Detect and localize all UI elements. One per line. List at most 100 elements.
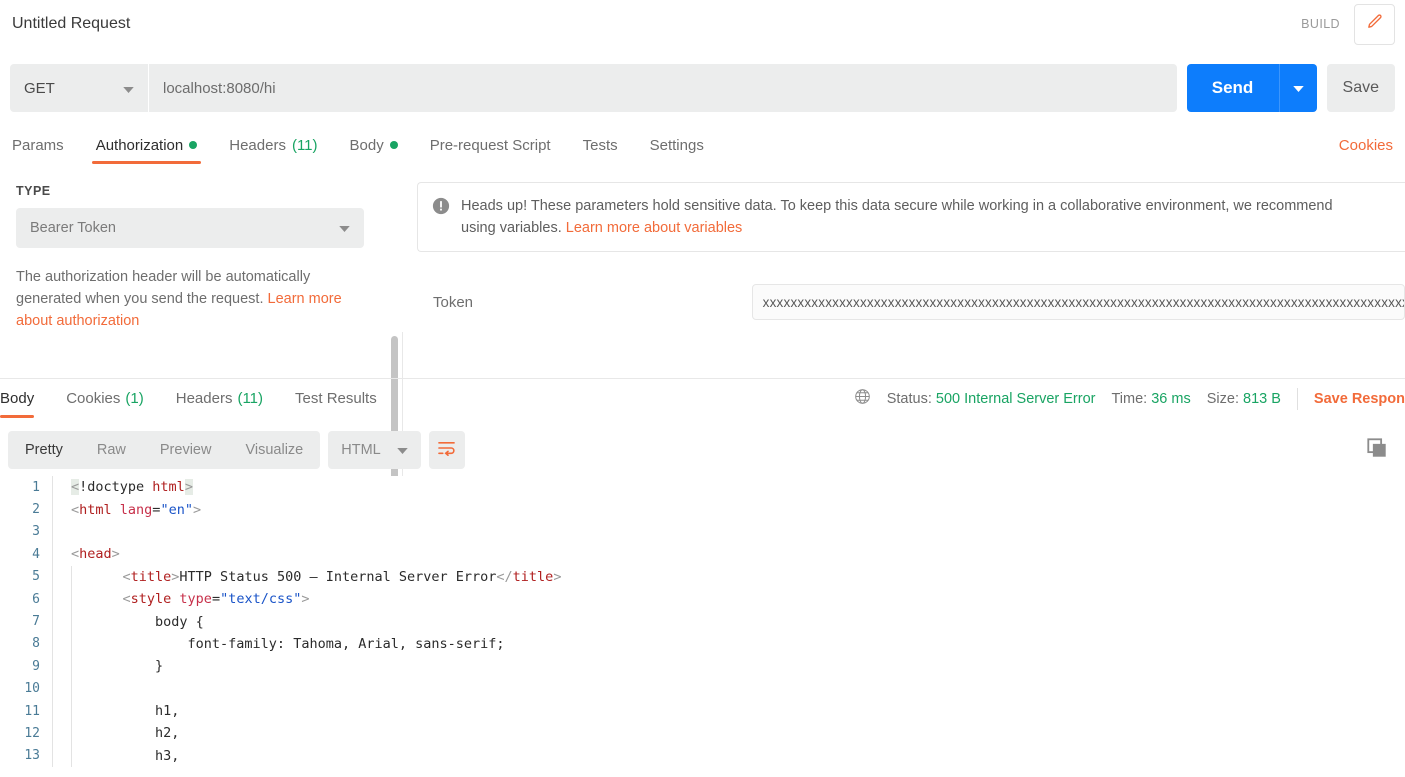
code-token: style [130, 591, 180, 608]
chevron-down-icon [123, 80, 134, 97]
code-token: h3, [90, 747, 180, 764]
code-line: 11 h1, [0, 699, 1405, 723]
tab-label: Headers [175, 390, 233, 407]
response-format-select[interactable]: HTML [328, 431, 421, 469]
code-line: 8 font-family: Tahoma, Arial, sans-serif… [0, 632, 1405, 656]
code-text: body { [72, 614, 204, 630]
code-text: h3, [72, 748, 179, 764]
title-bar: Untitled Request BUILD [0, 0, 1405, 48]
response-body-code[interactable]: 1 <!doctype html> 2 <html lang="en"> 3 4 <hea… [0, 476, 1405, 777]
code-token: html [79, 501, 120, 518]
fold-gutter [52, 655, 53, 678]
time-group: Time: 36 ms [1111, 391, 1190, 407]
tab-label: Params [12, 136, 64, 154]
code-token: head [79, 546, 112, 563]
line-number: 2 [32, 502, 40, 518]
view-mode-visualize[interactable]: Visualize [228, 431, 320, 469]
tab-tests[interactable]: Tests [567, 126, 634, 164]
response-tab-body[interactable]: Body [0, 379, 50, 418]
code-token: title [512, 568, 554, 585]
token-row: Token xxxxxxxxxxxxxxxxxxxxxxxxxxxxxxxxxx… [403, 284, 1405, 320]
code-line: 13 h3, [0, 744, 1405, 768]
globe-icon [854, 388, 871, 409]
auth-description-text: The authorization header will be automat… [16, 269, 311, 307]
code-token: < [90, 568, 131, 585]
code-text: h1, [72, 703, 179, 719]
tab-count: (11) [291, 136, 318, 154]
code-token: = [211, 591, 221, 608]
code-token: > [184, 479, 193, 496]
tab-label: Tests [582, 136, 618, 154]
copy-icon [1366, 437, 1388, 464]
tab-authorization[interactable]: Authorization [80, 126, 214, 164]
token-input[interactable]: xxxxxxxxxxxxxxxxxxxxxxxxxxxxxxxxxxxxxxxx… [751, 284, 1405, 320]
response-tab-cookies[interactable]: Cookies (1) [50, 379, 160, 418]
line-number: 8 [32, 636, 40, 652]
status-group: Status: 500 Internal Server Error [887, 391, 1096, 407]
auth-description: The authorization header will be automat… [16, 266, 361, 332]
tab-body[interactable]: Body [334, 126, 414, 164]
copy-response-button[interactable] [1355, 428, 1399, 472]
tab-params[interactable]: Params [12, 126, 80, 164]
response-format-value: HTML [341, 442, 381, 458]
view-mode-pretty[interactable]: Pretty [8, 431, 80, 469]
chevron-down-icon [339, 220, 350, 236]
code-token: h2, [90, 725, 180, 742]
wrap-lines-button[interactable] [428, 431, 465, 469]
variables-learn-more-link[interactable]: Learn more about variables [566, 220, 743, 236]
http-method-value: GET [24, 79, 55, 97]
tab-status-dot [189, 141, 198, 149]
fold-gutter [52, 677, 53, 700]
code-text: <!doctype html> [53, 479, 193, 496]
edit-button[interactable] [1354, 3, 1395, 45]
save-response-button[interactable]: Save Respon [1314, 391, 1405, 407]
code-text: h2, [72, 725, 179, 741]
build-label: BUILD [1301, 17, 1340, 31]
tab-label: Pre-request Script [429, 136, 551, 154]
exclamation-circle-icon [432, 197, 450, 239]
response-tab-test-results[interactable]: Test Results [279, 379, 393, 418]
line-number: 5 [32, 569, 40, 585]
send-button[interactable]: Send [1186, 64, 1279, 112]
code-line: 5 <title>HTTP Status 500 – Internal Serv… [0, 565, 1405, 588]
line-number: 10 [24, 681, 40, 697]
tab-label: Headers [229, 136, 286, 154]
code-token: < [71, 546, 80, 563]
code-line: 12 h2, [0, 722, 1405, 745]
save-request-button[interactable]: Save [1326, 64, 1395, 112]
code-token: lang [119, 501, 153, 518]
send-options-button[interactable] [1278, 64, 1317, 112]
line-number: 6 [32, 591, 40, 607]
tab-settings[interactable]: Settings [634, 126, 720, 164]
code-line: 7 body { [0, 610, 1405, 633]
code-line: 9 } [0, 655, 1405, 678]
response-status-strip: Status: 500 Internal Server Error Time: … [854, 379, 1405, 418]
code-token: < [71, 479, 80, 496]
cookies-link[interactable]: Cookies [1339, 126, 1393, 164]
request-url-input[interactable]: localhost:8080/hi [148, 64, 1177, 112]
tab-label: Body [0, 390, 35, 407]
code-token: title [130, 568, 172, 585]
tab-status-dot [389, 141, 398, 149]
tab-headers[interactable]: Headers (11) [213, 126, 333, 164]
line-number: 1 [32, 479, 40, 495]
line-number: 11 [24, 703, 40, 719]
warning-message: Heads up! These parameters hold sensitiv… [461, 195, 1341, 239]
authorization-type-panel: TYPE Bearer Token The authorization head… [0, 166, 392, 378]
authorization-detail-panel: Heads up! These parameters hold sensitiv… [403, 166, 1405, 378]
auth-type-select[interactable]: Bearer Token [16, 208, 364, 248]
line-number: 13 [24, 748, 40, 764]
code-line: 2 <html lang="en"> [0, 498, 1405, 521]
status-badge: 500 Internal Server Error [935, 390, 1096, 407]
view-mode-raw[interactable]: Raw [80, 431, 143, 469]
line-number: 4 [32, 546, 40, 562]
code-token: html [152, 479, 185, 496]
fold-gutter [52, 610, 53, 633]
auth-type-label: TYPE [16, 184, 51, 198]
fold-gutter [52, 632, 53, 656]
http-method-select[interactable]: GET [10, 64, 148, 112]
view-mode-preview[interactable]: Preview [143, 431, 229, 469]
response-tab-headers[interactable]: Headers (11) [160, 379, 279, 418]
chevron-down-icon [1292, 79, 1304, 97]
tab-pre-request-script[interactable]: Pre-request Script [414, 126, 567, 164]
